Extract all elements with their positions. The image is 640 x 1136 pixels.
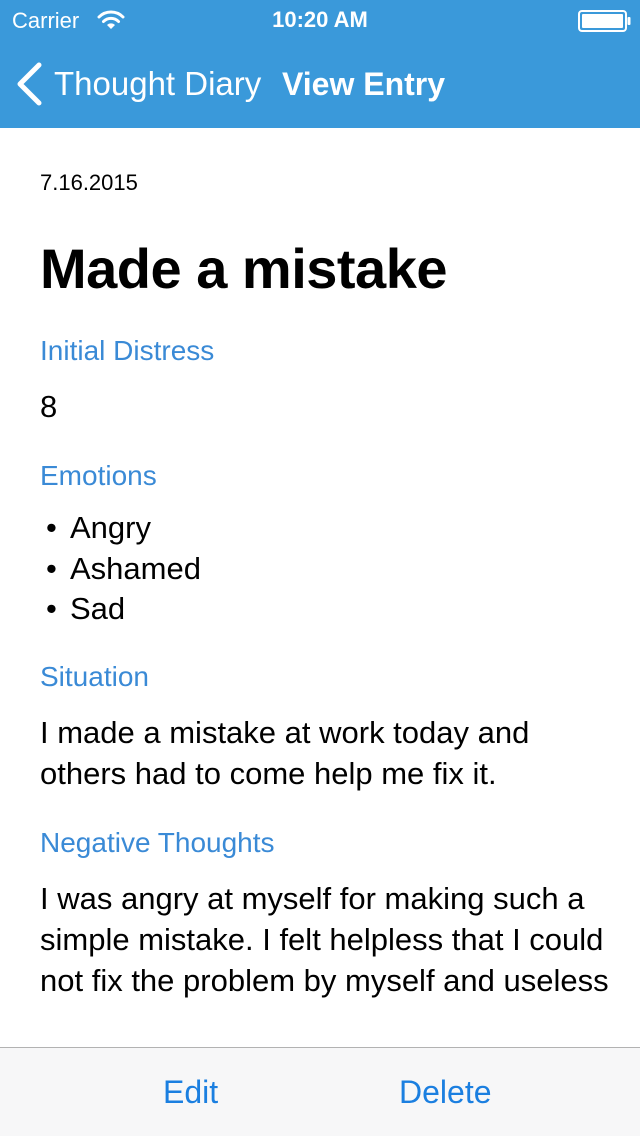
list-item: • Ashamed	[46, 549, 201, 590]
entry-title: Made a mistake	[40, 237, 447, 300]
situation-text: I made a mistake at work today and other…	[40, 715, 530, 791]
entry-date: 7.16.2015	[40, 170, 138, 195]
page-title: View Entry	[282, 66, 446, 102]
delete-button[interactable]: Delete	[399, 1072, 492, 1112]
back-button-label[interactable]: Thought Diary	[54, 64, 261, 104]
status-bar: Carrier 10:20 AM	[0, 0, 640, 40]
list-item: • Sad	[46, 589, 201, 630]
emotions-label: Emotions	[40, 460, 157, 491]
bullet-icon: •	[46, 510, 57, 545]
emotions-list: • Angry • Ashamed • Sad	[46, 508, 201, 630]
back-button[interactable]: Thought Diary	[14, 60, 261, 108]
list-item: • Angry	[46, 508, 201, 549]
bottom-toolbar: Edit Delete	[0, 1047, 640, 1136]
status-time: 10:20 AM	[272, 7, 368, 32]
top-bar: Carrier 10:20 AM Thought Diary View Entr…	[0, 0, 640, 128]
battery-icon	[578, 10, 631, 32]
negative-thoughts-text: I was angry at myself for making such a …	[40, 881, 609, 998]
situation-label: Situation	[40, 661, 149, 692]
chevron-left-icon	[17, 62, 42, 106]
emotion-item: Ashamed	[70, 550, 201, 586]
bullet-icon: •	[46, 550, 57, 586]
edit-button[interactable]: Edit	[163, 1072, 218, 1112]
initial-distress-label: Initial Distress	[40, 335, 215, 366]
navigation-bar: Thought Diary View Entry	[0, 40, 640, 128]
negative-thoughts-label: Negative Thoughts	[40, 827, 275, 858]
emotion-item: Angry	[70, 510, 151, 545]
emotion-item: Sad	[70, 591, 126, 626]
entry-content[interactable]: 7.16.2015 Made a mistake Initial Distres…	[0, 128, 640, 1047]
initial-distress-value: 8	[40, 389, 58, 424]
bullet-icon: •	[46, 591, 57, 626]
